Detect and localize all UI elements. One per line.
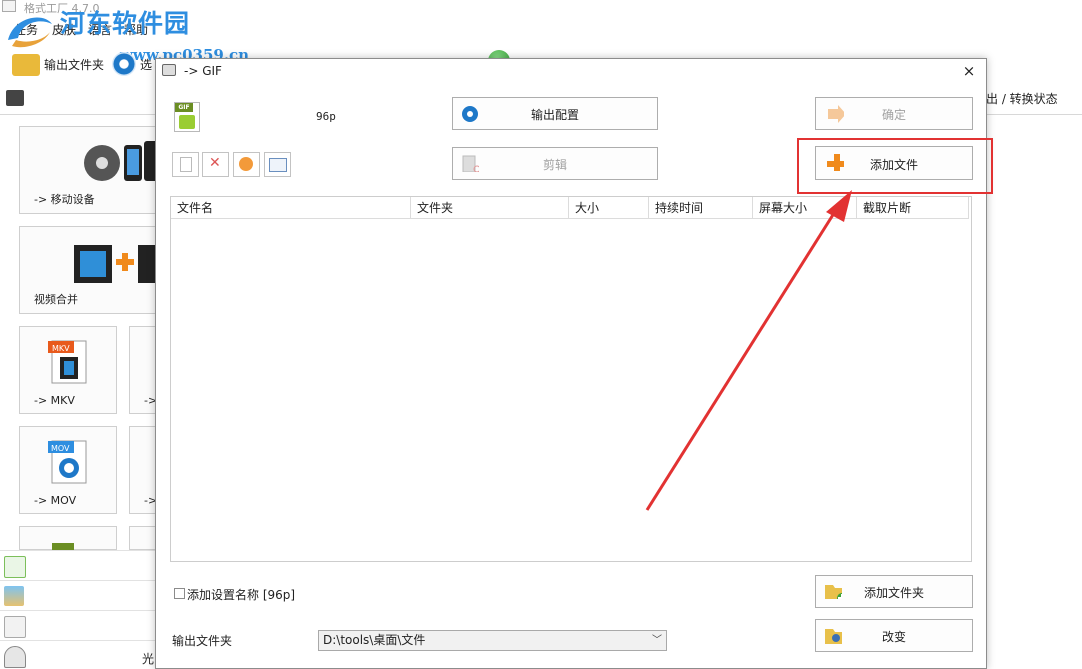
annotation-arrow: [645, 190, 852, 511]
